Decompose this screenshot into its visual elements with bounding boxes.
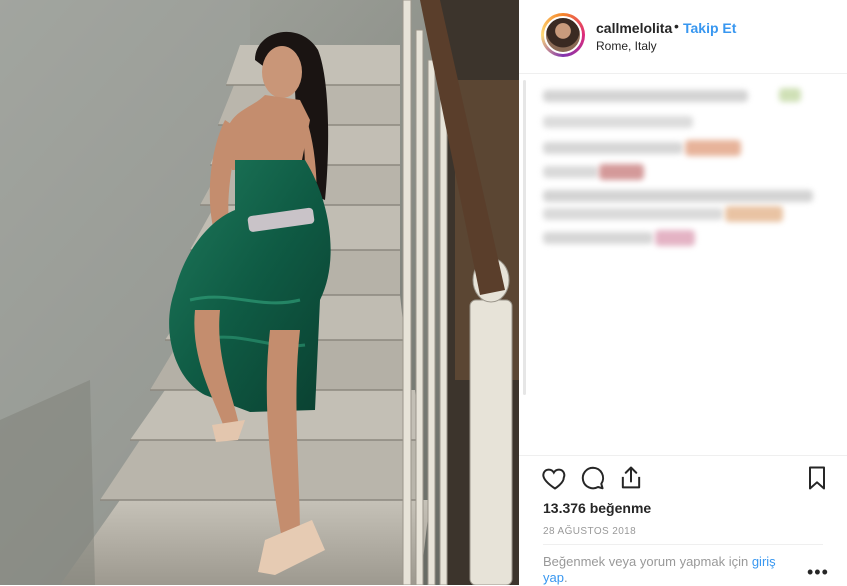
username-link[interactable]: callmelolita (596, 20, 672, 36)
caption-scrollbar[interactable] (523, 80, 526, 395)
location-link[interactable]: Rome, Italy (596, 39, 657, 53)
post-side-panel: callmelolita • Takip Et Rome, Italy 13.3… (519, 0, 847, 585)
bookmark-icon[interactable] (803, 464, 831, 492)
login-prompt: Beğenmek veya yorum yapmak için giriş ya… (543, 554, 803, 586)
comment-icon[interactable] (579, 464, 607, 492)
post-photo[interactable] (0, 0, 519, 585)
caption-blurred (543, 84, 833, 384)
actions-divider (519, 455, 847, 457)
instagram-post: callmelolita • Takip Et Rome, Italy 13.3… (0, 0, 847, 585)
separator-dot: • (674, 18, 679, 34)
share-icon[interactable] (617, 464, 645, 492)
login-prompt-text: Beğenmek veya yorum yapmak için (543, 554, 749, 569)
footer-divider (543, 544, 823, 545)
more-options-button[interactable]: ••• (807, 562, 829, 583)
avatar-image (544, 16, 582, 54)
likes-count[interactable]: 13.376 beğenme (543, 500, 651, 516)
login-suffix: . (563, 570, 568, 585)
avatar[interactable] (541, 13, 585, 57)
photo-image (0, 0, 519, 585)
follow-button[interactable]: Takip Et (683, 20, 736, 36)
post-header: callmelolita • Takip Et Rome, Italy (519, 0, 847, 74)
post-date[interactable]: 28 AĞUSTOS 2018 (543, 526, 636, 537)
heart-icon[interactable] (541, 464, 569, 492)
